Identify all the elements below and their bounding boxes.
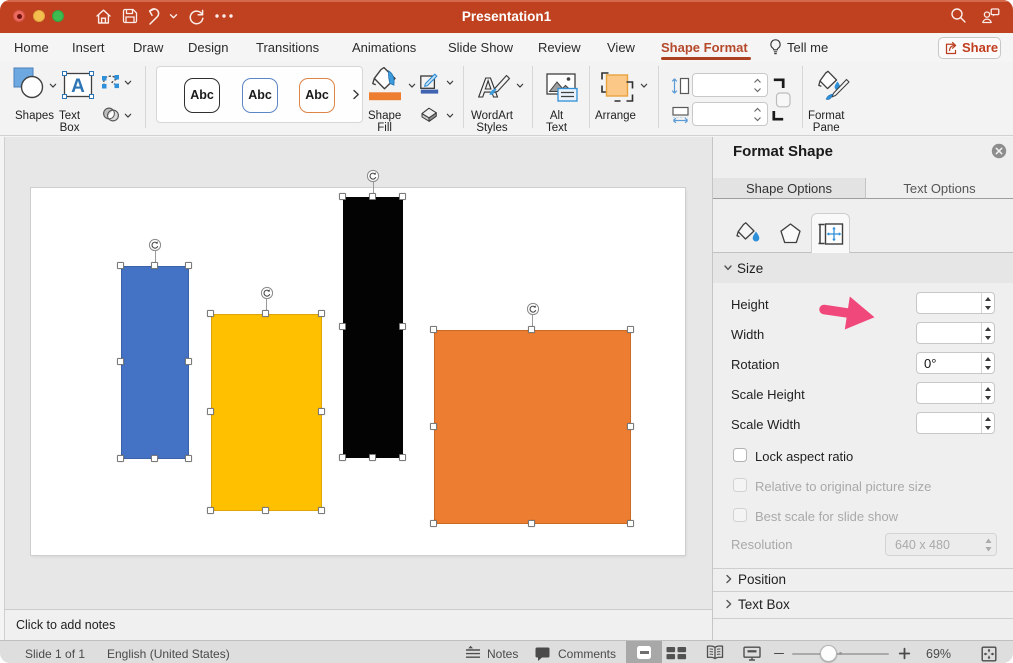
svg-text:A: A bbox=[71, 76, 85, 97]
